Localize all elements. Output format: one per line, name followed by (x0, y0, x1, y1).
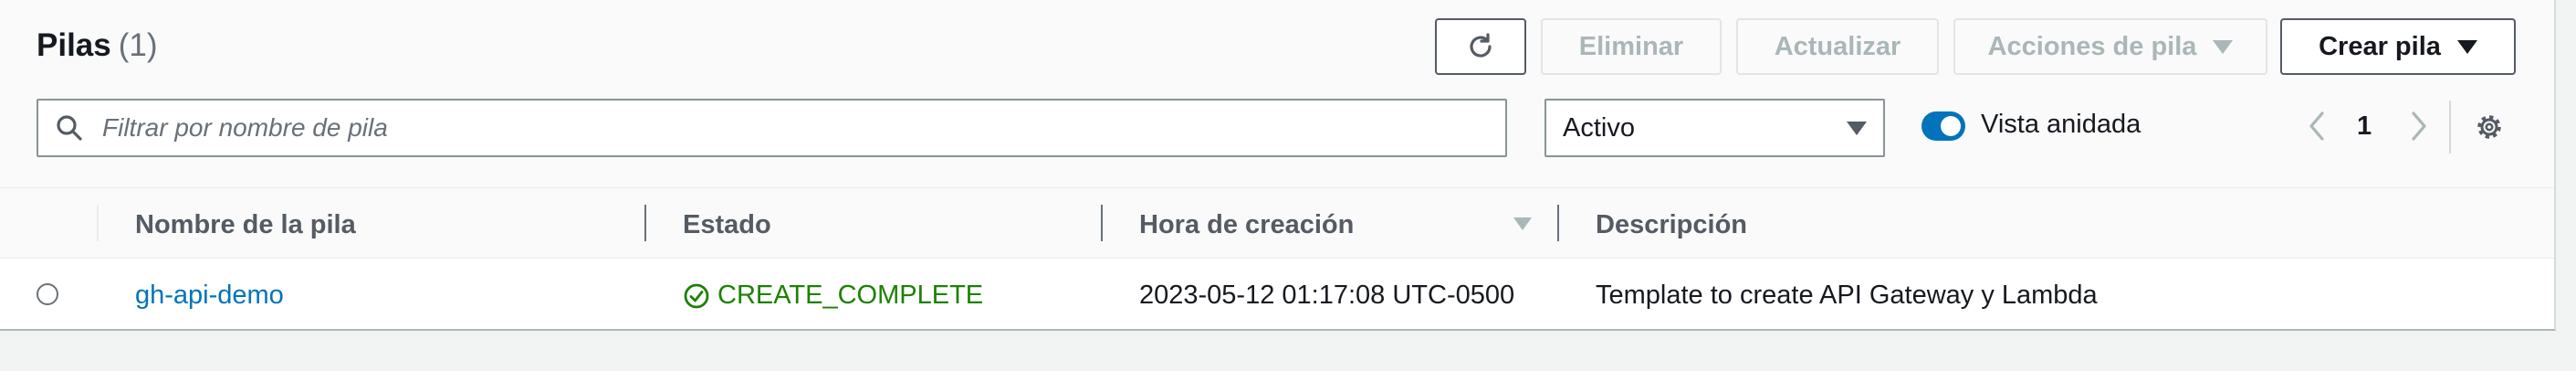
column-header-name[interactable]: Nombre de la pila (135, 210, 356, 240)
search-placeholder: Filtrar por nombre de pila (102, 113, 388, 142)
stack-name-link[interactable]: gh-api-demo (135, 281, 284, 311)
stack-status-text: CREATE_COMPLETE (717, 281, 984, 310)
stack-count: (1) (118, 27, 158, 63)
toolbar-divider (2449, 101, 2451, 154)
page-title: Pilas (1) (37, 27, 158, 64)
chevron-right-icon[interactable] (2404, 108, 2432, 144)
table-header: Nombre de la pila Estado Hora de creació… (0, 187, 2554, 260)
column-header-status[interactable]: Estado (683, 210, 771, 240)
current-page-number[interactable]: 1 (2357, 111, 2372, 142)
toggle-knob (1941, 116, 1961, 136)
table-row[interactable]: gh-api-demo CREATE_COMPLETE 2023-05-12 0… (0, 259, 2554, 329)
create-stack-dropdown[interactable]: Crear pila (2280, 18, 2516, 75)
caret-down-icon (2213, 39, 2234, 54)
settings-icon[interactable] (2474, 111, 2505, 143)
title-text: Pilas (37, 27, 111, 63)
stack-status: CREATE_COMPLETE (683, 281, 983, 311)
chevron-left-icon[interactable] (2304, 108, 2331, 144)
stacks-panel: Pilas (1) Eliminar Actualizar Acciones de… (0, 0, 2556, 331)
search-input[interactable]: Filtrar por nombre de pila (37, 99, 1507, 157)
stack-creation-time: 2023-05-12 01:17:08 UTC-0500 (1139, 281, 1515, 310)
delete-button[interactable]: Eliminar (1541, 18, 1722, 75)
stack-actions-label: Acciones de pila (1987, 31, 2197, 61)
stack-description: Template to create API Gateway y Lambda (1596, 281, 2098, 310)
success-check-icon (684, 283, 709, 308)
column-resize-handle[interactable] (1557, 205, 1559, 241)
nested-view-label: Vista anidada (1981, 110, 2141, 139)
caret-down-icon (1847, 121, 1867, 135)
update-button[interactable]: Actualizar (1736, 18, 1939, 75)
stack-actions-dropdown[interactable]: Acciones de pila (1953, 18, 2267, 75)
search-icon (57, 115, 82, 141)
refresh-icon (1470, 33, 1492, 58)
column-separator (97, 205, 99, 241)
column-resize-handle[interactable] (1101, 205, 1103, 241)
status-filter-select[interactable]: Activo (1545, 99, 1885, 157)
status-filter-value: Activo (1563, 112, 1635, 143)
sort-descending-icon[interactable] (1512, 216, 1534, 232)
refresh-button[interactable] (1435, 18, 1526, 75)
nested-view-toggle[interactable] (1922, 111, 1965, 141)
column-resize-handle[interactable] (644, 205, 646, 241)
caret-down-icon (2456, 39, 2477, 54)
create-stack-label: Crear pila (2319, 31, 2441, 61)
column-header-creation-time[interactable]: Hora de creación (1139, 210, 1354, 240)
column-header-description[interactable]: Descripción (1596, 210, 1747, 240)
row-select-radio[interactable] (37, 283, 58, 305)
